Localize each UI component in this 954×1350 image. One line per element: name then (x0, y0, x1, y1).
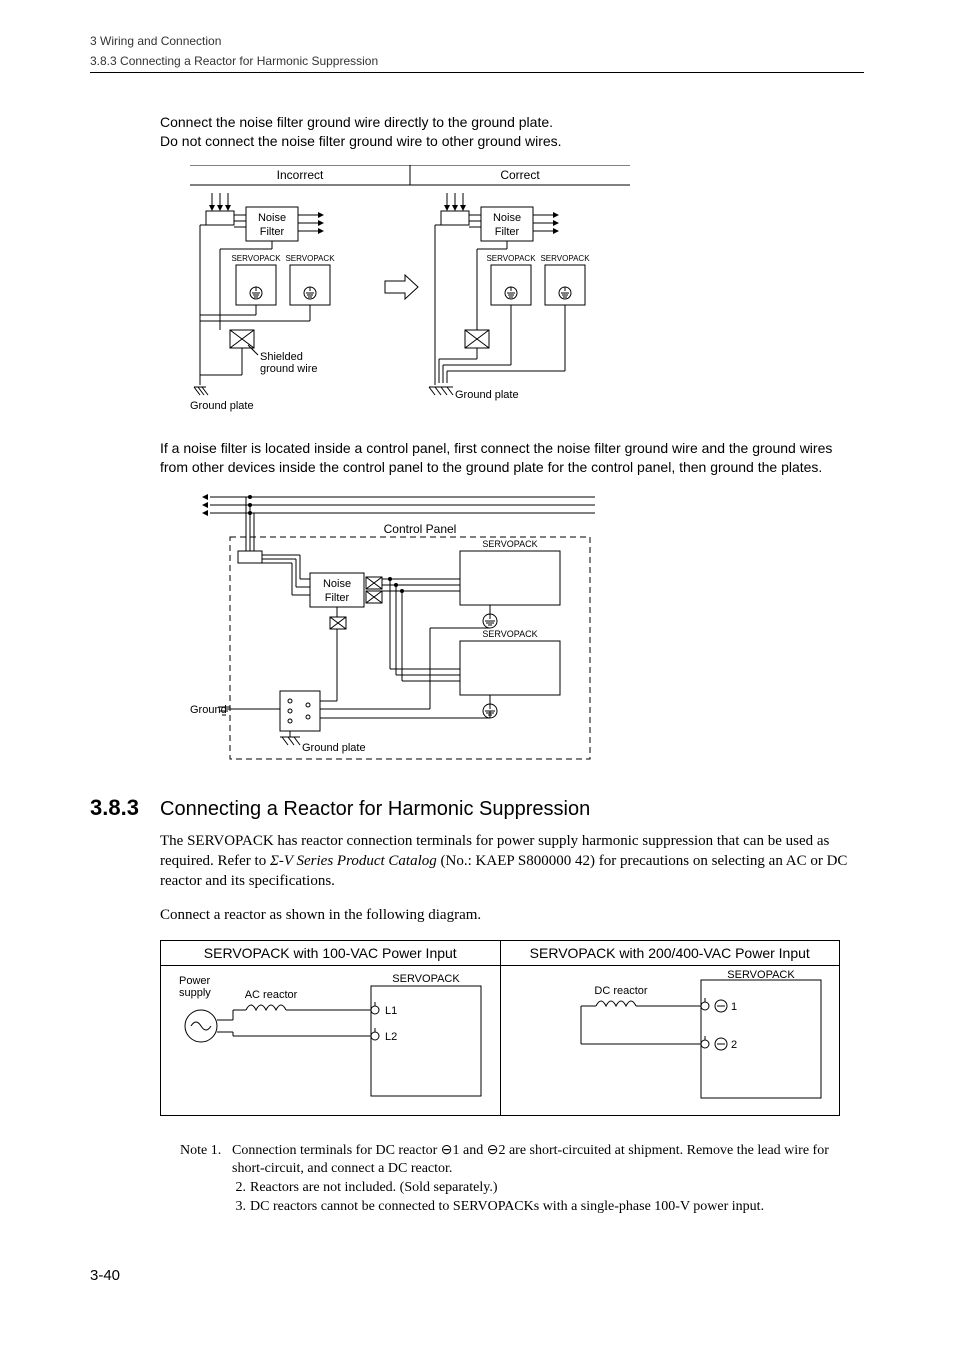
paragraph-connect-reactor: Connect a reactor as shown in the follow… (160, 905, 864, 925)
page-number: 3-40 (90, 1267, 864, 1284)
svg-text:supply: supply (179, 987, 211, 999)
svg-text:SERVOPACK: SERVOPACK (231, 254, 281, 263)
reactor-table: SERVOPACK with 100-VAC Power Input SERVO… (160, 940, 840, 1116)
note-number: 2. (232, 1179, 250, 1198)
note-text: DC reactors cannot be connected to SERVO… (250, 1198, 864, 1217)
paragraph-servopack-reactor: The SERVOPACK has reactor connection ter… (160, 831, 864, 892)
paragraph-control-panel: If a noise filter is located inside a co… (160, 439, 864, 477)
header-rule (90, 72, 864, 73)
diagram-incorrect-correct: Incorrect Correct Noise Filter (190, 165, 864, 415)
correct-group: Noise Filter SERVOPACK SERVOPACK (429, 193, 590, 401)
section-heading: 3.8.3 Connecting a Reactor for Harmonic … (90, 795, 864, 821)
section-title: Connecting a Reactor for Harmonic Suppre… (160, 798, 590, 821)
svg-text:SERVOPACK: SERVOPACK (482, 539, 537, 549)
svg-text:SERVOPACK: SERVOPACK (392, 973, 460, 985)
header-section: 3.8.3 Connecting a Reactor for Harmonic … (90, 54, 864, 68)
svg-text:AC reactor: AC reactor (245, 989, 298, 1001)
svg-text:Noise: Noise (323, 578, 351, 590)
text-line: Connect the noise filter ground wire dir… (160, 114, 553, 130)
note-number: 3. (232, 1198, 250, 1217)
label-correct: Correct (500, 168, 540, 182)
incorrect-group: Noise Filter SERVOPACK SERVOPACK (190, 193, 335, 412)
section-number: 3.8.3 (90, 795, 160, 821)
svg-text:Noise: Noise (493, 212, 521, 224)
notes-block: Note 1. Connection terminals for DC reac… (180, 1142, 864, 1218)
paragraph-connect-ground: Connect the noise filter ground wire dir… (160, 113, 864, 151)
svg-text:SERVOPACK: SERVOPACK (285, 254, 335, 263)
svg-text:Shielded: Shielded (260, 351, 303, 363)
svg-text:L2: L2 (385, 1031, 397, 1043)
svg-text:Power: Power (179, 975, 211, 987)
svg-text:Filter: Filter (325, 592, 350, 604)
svg-text:2: 2 (731, 1039, 737, 1051)
header-chapter: 3 Wiring and Connection (90, 34, 864, 48)
svg-text:Filter: Filter (495, 226, 520, 238)
svg-text:ground wire: ground wire (260, 363, 317, 375)
text-italic: Σ-V Series Product Catalog (270, 853, 437, 869)
table-header: SERVOPACK with 200/400-VAC Power Input (500, 940, 840, 965)
table-cell-200400vac: DC reactor SERVOPACK 1 2 (500, 965, 840, 1115)
note-text: Connection terminals for DC reactor ⊖1 a… (232, 1142, 864, 1180)
svg-text:1: 1 (731, 1001, 737, 1013)
svg-text:Noise: Noise (258, 212, 286, 224)
svg-text:SERVOPACK: SERVOPACK (486, 254, 536, 263)
svg-text:Ground plate: Ground plate (190, 400, 254, 412)
text-line: Do not connect the noise filter ground w… (160, 133, 562, 149)
label-incorrect: Incorrect (277, 168, 324, 182)
svg-text:Ground: Ground (190, 704, 227, 716)
svg-text:SERVOPACK: SERVOPACK (540, 254, 590, 263)
table-cell-100vac: Power supply AC reactor SERVOPACK L1 L2 (161, 965, 501, 1115)
svg-text:Ground plate: Ground plate (302, 742, 366, 754)
svg-text:Control Panel: Control Panel (384, 522, 457, 536)
svg-text:DC reactor: DC reactor (594, 985, 648, 997)
svg-text:SERVOPACK: SERVOPACK (727, 969, 795, 981)
diagram-control-panel: Control Panel Noise Filter SERVOPACK (190, 491, 864, 771)
note-label: Note 1. (180, 1142, 232, 1180)
svg-text:Filter: Filter (260, 226, 285, 238)
svg-text:Ground plate: Ground plate (455, 389, 519, 401)
table-header: SERVOPACK with 100-VAC Power Input (161, 940, 501, 965)
svg-text:L1: L1 (385, 1005, 397, 1017)
svg-text:SERVOPACK: SERVOPACK (482, 629, 537, 639)
note-text: Reactors are not included. (Sold separat… (250, 1179, 864, 1198)
